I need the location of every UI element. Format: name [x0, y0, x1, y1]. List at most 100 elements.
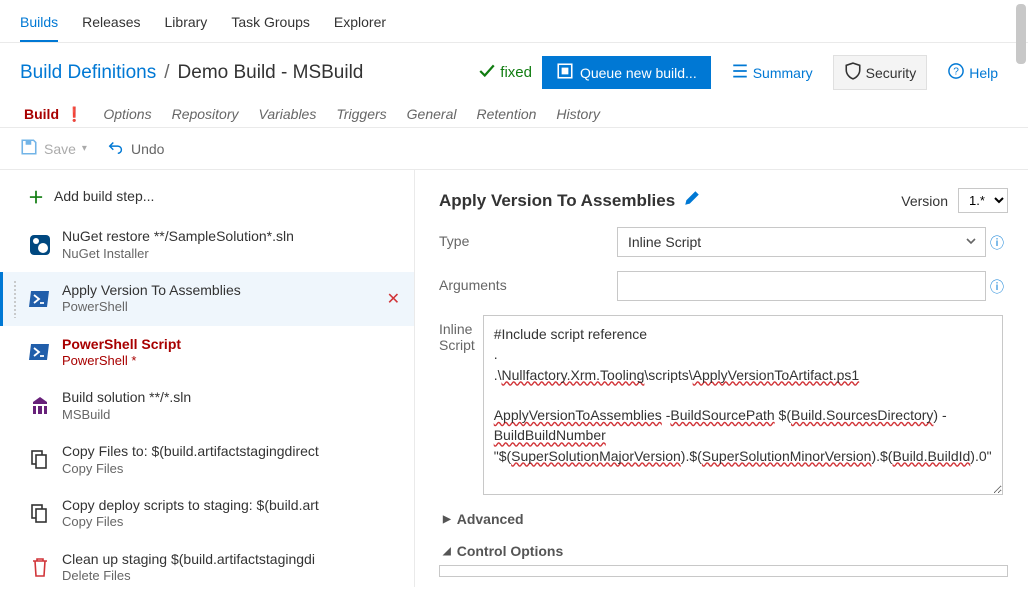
step-subtitle: Copy Files [62, 461, 319, 477]
top-tabs: Builds Releases Library Task Groups Expl… [0, 0, 1028, 43]
step-subtitle: PowerShell * [62, 353, 181, 369]
step-title: Clean up staging $(build.artifactstaging… [62, 551, 315, 569]
arguments-label: Arguments [439, 271, 617, 293]
subtab-retention[interactable]: Retention [476, 106, 536, 123]
subtab-repository[interactable]: Repository [172, 106, 239, 123]
subtab-general[interactable]: General [407, 106, 457, 123]
header-row: Build Definitions / Demo Build - MSBuild… [0, 43, 1028, 102]
status-badge: fixed [478, 62, 532, 84]
info-icon[interactable]: ⓘ [990, 277, 1004, 297]
step-title: Copy Files to: $(build.artifactstagingdi… [62, 443, 319, 461]
step-clean-up-staging[interactable]: Clean up staging $(build.artifactstaging… [0, 541, 414, 588]
tab-explorer[interactable]: Explorer [334, 8, 386, 42]
security-button[interactable]: Security [833, 55, 928, 90]
check-icon [478, 62, 496, 84]
panel-title: Apply Version To Assemblies [439, 191, 675, 211]
save-button[interactable]: Save ▾ [20, 138, 87, 159]
field-arguments: Arguments ⓘ [439, 271, 1008, 301]
summary-link[interactable]: Summary [721, 56, 823, 89]
queue-icon [556, 62, 574, 83]
step-subtitle: MSBuild [62, 407, 191, 423]
list-icon [731, 62, 749, 83]
delete-step-icon[interactable]: ✕ [387, 289, 400, 309]
shield-icon [844, 62, 862, 83]
copy-files-icon [28, 502, 52, 526]
step-nuget-restore[interactable]: NuGet restore **/SampleSolution*.sln NuG… [0, 218, 414, 272]
breadcrumb: Build Definitions / Demo Build - MSBuild [20, 62, 468, 84]
step-copy-files-1[interactable]: Copy Files to: $(build.artifactstagingdi… [0, 433, 414, 487]
step-subtitle: Copy Files [62, 514, 319, 530]
undo-label: Undo [131, 141, 164, 157]
queue-label: Queue new build... [580, 65, 697, 81]
tab-releases[interactable]: Releases [82, 8, 140, 42]
subtab-triggers[interactable]: Triggers [336, 106, 386, 123]
advanced-label: Advanced [457, 511, 524, 527]
breadcrumb-root[interactable]: Build Definitions [20, 62, 156, 84]
tab-library[interactable]: Library [165, 8, 208, 42]
copy-files-icon [28, 448, 52, 472]
edit-icon[interactable] [683, 189, 701, 212]
step-title: PowerShell Script [62, 336, 181, 354]
inline-script-input[interactable]: #Include script reference . .\Nullfactor… [483, 315, 1003, 495]
add-step-label: Add build step... [54, 188, 154, 204]
control-options-label: Control Options [457, 543, 564, 559]
field-inline-script: Inline Script #Include script reference … [439, 315, 1008, 495]
type-select[interactable]: Inline Script [617, 227, 986, 257]
steps-list: NuGet restore **/SampleSolution*.sln NuG… [0, 218, 414, 587]
advanced-expander[interactable]: ▶ Advanced [443, 511, 1008, 527]
msbuild-icon [28, 394, 52, 418]
control-options-expander[interactable]: ◢ Control Options [443, 543, 1008, 559]
step-build-solution[interactable]: Build solution **/*.sln MSBuild [0, 379, 414, 433]
step-title: NuGet restore **/SampleSolution*.sln [62, 228, 294, 246]
triangle-right-icon: ▶ [443, 514, 451, 525]
version-label: Version [901, 193, 948, 209]
powershell-icon [28, 340, 52, 364]
breadcrumb-name: Demo Build - MSBuild [178, 62, 364, 84]
help-label: Help [969, 65, 998, 81]
breadcrumb-sep: / [164, 62, 169, 84]
save-icon [20, 138, 38, 159]
chevron-down-icon [965, 234, 977, 250]
add-build-step-button[interactable]: ＋ Add build step... [0, 184, 414, 218]
plus-icon: ＋ [28, 184, 44, 208]
arguments-input[interactable] [617, 271, 986, 301]
svg-text:?: ? [953, 66, 959, 77]
tab-task-groups[interactable]: Task Groups [231, 8, 310, 42]
panel-header: Apply Version To Assemblies Version 1.* [439, 188, 1008, 213]
help-icon: ? [947, 62, 965, 83]
subtab-build[interactable]: Build ❗ [24, 106, 83, 123]
undo-button[interactable]: Undo [107, 138, 164, 159]
step-subtitle: PowerShell [62, 299, 241, 315]
step-powershell-script[interactable]: PowerShell Script PowerShell * [0, 326, 414, 380]
steps-pane: ＋ Add build step... NuGet restore **/Sam… [0, 170, 415, 587]
scrollbar-thumb[interactable] [1016, 4, 1026, 64]
step-title: Apply Version To Assemblies [62, 282, 241, 300]
security-label: Security [866, 65, 917, 81]
inline-script-label: Inline Script [439, 315, 483, 353]
subtab-history[interactable]: History [556, 106, 600, 123]
nuget-icon [28, 233, 52, 257]
tab-builds[interactable]: Builds [20, 8, 58, 42]
delete-files-icon [28, 555, 52, 579]
queue-new-build-button[interactable]: Queue new build... [542, 56, 711, 89]
properties-pane: Apply Version To Assemblies Version 1.* … [415, 170, 1028, 587]
step-subtitle: Delete Files [62, 568, 315, 584]
help-link[interactable]: ? Help [937, 56, 1008, 89]
content: ＋ Add build step... NuGet restore **/Sam… [0, 169, 1028, 587]
type-label: Type [439, 227, 617, 249]
step-subtitle: NuGet Installer [62, 246, 294, 262]
triangle-down-icon: ◢ [443, 546, 451, 557]
subtab-options[interactable]: Options [103, 106, 151, 123]
type-value: Inline Script [628, 234, 701, 250]
info-icon[interactable]: ⓘ [990, 233, 1004, 253]
field-type: Type Inline Script ⓘ [439, 227, 1008, 257]
control-options-content [439, 565, 1008, 577]
step-title: Copy deploy scripts to staging: $(build.… [62, 497, 319, 515]
toolbar: Save ▾ Undo [0, 127, 1028, 169]
version-select[interactable]: 1.* [958, 188, 1008, 213]
sub-tabs: Build ❗ Options Repository Variables Tri… [0, 102, 1028, 127]
subtab-variables[interactable]: Variables [259, 106, 317, 123]
step-apply-version[interactable]: Apply Version To Assemblies PowerShell ✕ [0, 272, 414, 326]
summary-label: Summary [753, 65, 813, 81]
step-copy-files-2[interactable]: Copy deploy scripts to staging: $(build.… [0, 487, 414, 541]
